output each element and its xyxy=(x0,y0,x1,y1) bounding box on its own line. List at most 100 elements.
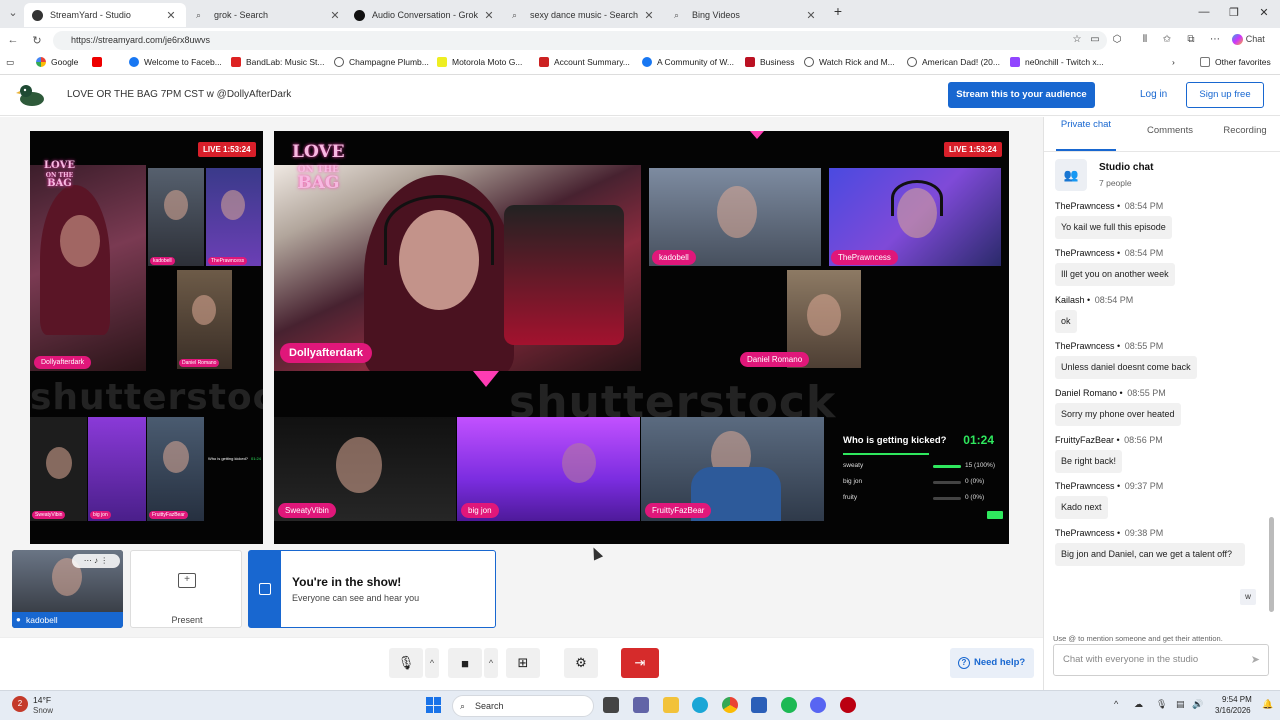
split-screen-icon[interactable]: ⫴ xyxy=(1138,34,1152,45)
other-favorites[interactable]: Other favorites xyxy=(1200,57,1271,67)
studio-header: LOVE OR THE BAG 7PM CST w @DollyAfterDar… xyxy=(0,76,1280,116)
windows-start-icon[interactable] xyxy=(426,697,442,713)
bookmark-google[interactable]: Google xyxy=(36,57,78,67)
message-author: ThePrawncess xyxy=(1055,248,1115,258)
store-icon[interactable] xyxy=(751,697,767,713)
favorites-icon[interactable]: ✩ xyxy=(1160,34,1174,45)
face-shape xyxy=(562,443,596,483)
close-icon[interactable]: ✕ xyxy=(482,9,496,22)
bookmark-business[interactable]: Business xyxy=(745,57,795,67)
signup-button[interactable]: Sign up free xyxy=(1186,82,1264,108)
notifications-bell-icon[interactable]: 🔔 xyxy=(1262,699,1273,710)
weather-temperature[interactable]: 14°F xyxy=(33,695,51,705)
app-icon[interactable] xyxy=(840,697,856,713)
url-field[interactable]: https://streamyard.com/je6rx8uwvs xyxy=(53,31,1107,50)
settings-button[interactable]: ⚙ xyxy=(564,648,598,678)
clock-time[interactable]: 9:54 PM xyxy=(1222,695,1252,704)
chat-input[interactable]: Chat with everyone in the studio ➤ xyxy=(1053,644,1269,676)
tray-overflow-chevron-icon[interactable]: ^ xyxy=(1114,699,1118,709)
camera-button[interactable]: ■ xyxy=(448,648,482,678)
tab-bing-videos[interactable]: ⌕ Bing Videos ✕ xyxy=(666,3,826,27)
collections-icon[interactable]: ⧉ xyxy=(1184,34,1198,45)
layout-preview-canvas[interactable]: LIVE 1:53:24 LOVE ON THE BAG Dollyafterdar… xyxy=(30,131,263,544)
minimize-icon[interactable]: — xyxy=(1194,6,1214,18)
teams-icon[interactable] xyxy=(633,697,649,713)
bookmark-community[interactable]: A Community of W... xyxy=(642,57,734,67)
bookmark-motorola[interactable]: Motorola Moto G... xyxy=(437,57,522,67)
back-arrow-icon[interactable]: ← xyxy=(6,34,20,46)
bookmark-champagne[interactable]: Champagne Plumb... xyxy=(334,57,429,67)
poll-option-name: fruity xyxy=(843,494,858,501)
tab-audio-conversation[interactable]: Audio Conversation - Grok ✕ xyxy=(346,3,504,27)
close-icon[interactable]: ✕ xyxy=(328,9,342,22)
login-link[interactable]: Log in xyxy=(1140,89,1167,100)
bookmark-rick-morty[interactable]: Watch Rick and M... xyxy=(804,57,895,67)
new-tab-plus-icon[interactable]: + xyxy=(828,3,848,19)
star-icon[interactable]: ☆ xyxy=(1070,34,1084,45)
bookmark-account[interactable]: Account Summary... xyxy=(539,57,630,67)
poll-option-count: 0 (0%) xyxy=(965,494,985,501)
bookmark-twitch[interactable]: ne0nchill - Twitch x... xyxy=(1010,57,1104,67)
video-icon[interactable]: ▭ xyxy=(1088,34,1102,45)
microphone-button[interactable]: 🎙 xyxy=(389,648,423,678)
tab-music-search[interactable]: ⌕ sexy dance music - Search ✕ xyxy=(504,3,664,27)
tab-label: Bing Videos xyxy=(692,10,740,20)
tab-grok-search[interactable]: ⌕ grok - Search ✕ xyxy=(188,3,350,27)
extensions-icon[interactable]: ⬡ xyxy=(1110,34,1124,45)
spotify-icon[interactable] xyxy=(781,697,797,713)
bookmark-bandlab[interactable]: BandLab: Music St... xyxy=(231,57,324,67)
file-explorer-icon[interactable] xyxy=(663,697,679,713)
leave-studio-button[interactable]: ⇥ xyxy=(621,648,659,678)
tile-options-icon[interactable]: ⋯ ♪ ⋮ xyxy=(72,554,120,568)
close-icon[interactable]: ✕ xyxy=(642,9,656,22)
discord-icon[interactable] xyxy=(810,697,826,713)
self-camera-tile[interactable]: ⋯ ♪ ⋮ ● kadobell xyxy=(12,550,123,628)
camera-options-chevron-icon[interactable]: ^ xyxy=(484,648,498,678)
chat-scrollbar[interactable] xyxy=(1269,207,1274,627)
tab-label: Comments xyxy=(1147,125,1193,136)
cloud-icon[interactable]: ☁ xyxy=(1134,699,1143,710)
bookmarks-toggle-icon[interactable]: ▭ xyxy=(6,57,14,68)
copilot-chat-button[interactable]: Chat xyxy=(1232,34,1272,45)
taskbar-search[interactable]: ⌕ Search xyxy=(452,695,594,717)
chat-people-count: 7 people xyxy=(1099,178,1132,188)
share-screen-icon: ⊞ xyxy=(517,655,529,670)
live-stage-canvas: LIVE 1:53:24 LOVE ON THE BAG Dollyafterdar… xyxy=(274,131,1009,544)
scroll-thumb[interactable] xyxy=(1269,517,1274,612)
volume-icon[interactable]: 🔊 xyxy=(1192,699,1203,710)
tray-microphone-icon[interactable]: 🎙 xyxy=(1156,699,1167,710)
tab-list-chevron-icon[interactable]: ⌄ xyxy=(6,6,20,19)
bookmark-american-dad[interactable]: American Dad! (20... xyxy=(907,57,1000,67)
close-icon[interactable]: ✕ xyxy=(164,9,178,22)
weather-alert-badge[interactable]: 2 xyxy=(12,696,28,712)
tab-private-chat[interactable]: Private chat xyxy=(1058,119,1114,149)
bookmark-label: Watch Rick and M... xyxy=(819,57,895,67)
tab-streamyard[interactable]: StreamYard - Studio ✕ xyxy=(24,3,186,27)
bookmark-facebook[interactable]: Welcome to Faceb... xyxy=(129,57,222,67)
stream-to-audience-button[interactable]: Stream this to your audience xyxy=(948,82,1095,108)
close-icon[interactable]: ✕ xyxy=(804,9,818,22)
need-help-button[interactable]: ? Need help? xyxy=(950,648,1034,678)
reload-icon[interactable]: ↻ xyxy=(30,34,44,47)
bookmarks-overflow-chevron-icon[interactable]: › xyxy=(1172,57,1175,67)
in-show-title: You're in the show! xyxy=(292,575,402,589)
divider xyxy=(1044,151,1280,152)
edge-icon[interactable] xyxy=(692,697,708,713)
close-window-icon[interactable]: ✕ xyxy=(1254,6,1274,19)
send-icon[interactable]: ➤ xyxy=(1251,645,1260,675)
present-button[interactable]: + Present xyxy=(130,550,242,628)
clock-date[interactable]: 3/16/2026 xyxy=(1215,706,1251,715)
camera-icon: ■ xyxy=(461,655,469,671)
task-view-icon[interactable] xyxy=(603,697,619,713)
mic-options-chevron-icon[interactable]: ^ xyxy=(425,648,439,678)
chrome-icon[interactable] xyxy=(722,697,738,713)
nametag-kado: kadobell xyxy=(150,257,175,265)
headset-shape xyxy=(891,180,943,216)
windows-taskbar: 2 14°F Snow ⌕ Search ^ ☁ 🎙 ▤ 🔊 9:54 PM 3… xyxy=(0,690,1280,720)
network-icon[interactable]: ▤ xyxy=(1176,699,1185,710)
bookmark-youtube[interactable] xyxy=(92,57,107,67)
chat-message: ThePrawncess • 08:54 PM Ill get you on a… xyxy=(1055,248,1260,287)
share-screen-button[interactable]: ⊞ xyxy=(506,648,540,678)
restore-icon[interactable]: ❐ xyxy=(1224,6,1244,19)
more-options-icon[interactable]: ⋯ xyxy=(1208,34,1222,45)
